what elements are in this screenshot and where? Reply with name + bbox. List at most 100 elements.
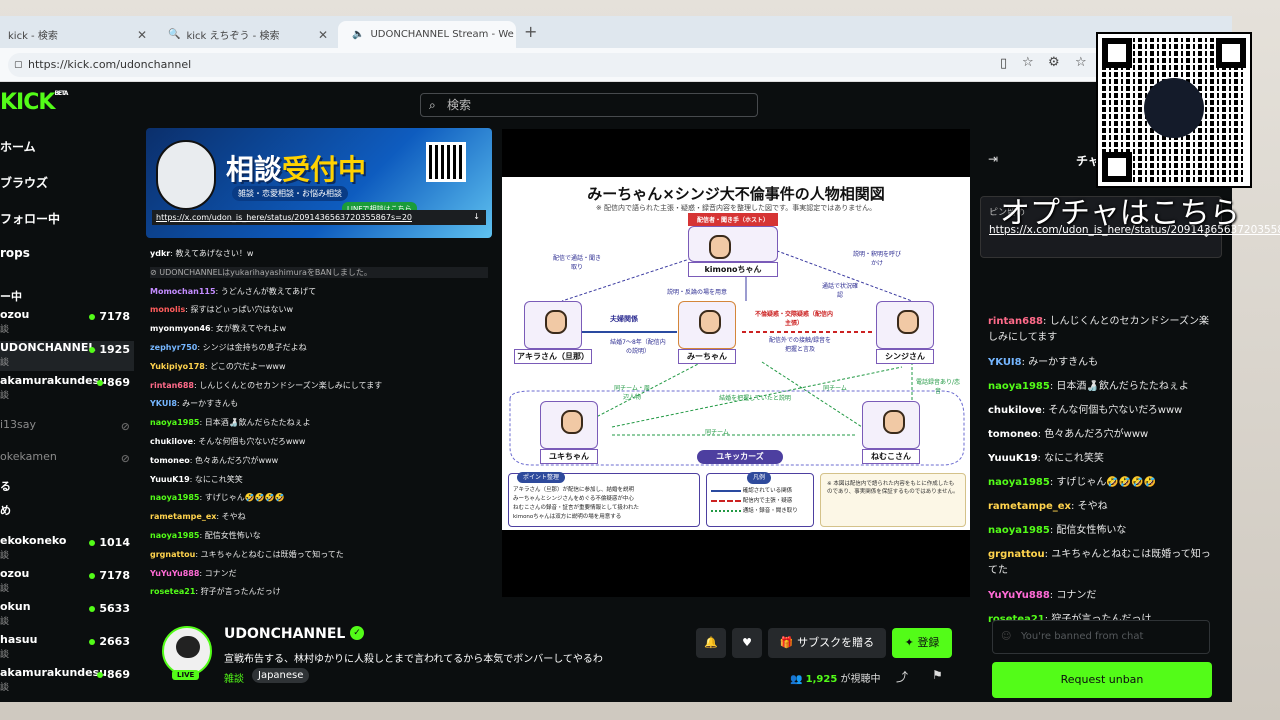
sidebar-channel[interactable]: okun 談 5633 (0, 600, 134, 630)
chevron-down-icon[interactable]: ↓ (473, 212, 480, 221)
report-icon[interactable]: ⚑ (932, 668, 943, 682)
chat-username[interactable]: YuuuK19 (988, 453, 1038, 464)
viewer-count: 2663 (89, 635, 130, 648)
sidebar-item-browse[interactable]: ブラウズ (0, 174, 48, 191)
chat-username[interactable]: YuYuYu888 (150, 569, 199, 578)
viewer-count: 1925 (89, 343, 130, 356)
extension-icon[interactable]: ⚙ (1048, 55, 1060, 70)
live-dot-icon (89, 540, 96, 546)
viewer-count-text: 1014 (99, 536, 130, 549)
close-icon[interactable]: ✕ (318, 28, 328, 42)
legend-item: 通話・録音・聞き取り (711, 506, 809, 516)
sidebar-channel-offline[interactable]: okekamen ⊘ (0, 450, 134, 480)
consultation-banner[interactable]: 相談受付中 雑談・恋愛相談・お悩み相談 LINEで相談はこちら https://… (146, 128, 492, 238)
chat-username[interactable]: naoya1985 (150, 531, 199, 540)
tab-bar: kick - 検索 ✕ 🔍 kick えちぞう - 検索 ✕ 🔈 UDONCHA… (0, 16, 1232, 48)
chat-username[interactable]: YuuuK19 (150, 475, 190, 484)
sidebar-channel[interactable]: ozou 談 7178 (0, 567, 134, 597)
chat-username[interactable]: naoya1985 (988, 525, 1050, 536)
channel-category: 談 (0, 391, 10, 401)
share-icon[interactable]: ⤴ (896, 668, 908, 685)
chat-username[interactable]: rintan688 (988, 316, 1043, 327)
chat-username[interactable]: Yukipiyo178 (150, 362, 205, 371)
avatar[interactable] (162, 626, 212, 676)
chat-username[interactable]: rintan688 (150, 381, 194, 390)
chat-text: 教えてあげなさい！w (175, 249, 254, 258)
favorites-icon[interactable]: ☆ (1075, 55, 1087, 70)
chat-username[interactable]: tomoneo (150, 456, 190, 465)
chat-username[interactable]: tomoneo (988, 429, 1038, 440)
sidebar-channel-active[interactable]: UDONCHANNEL 談 1925 (0, 341, 134, 371)
chat-text: どこの穴だよーwww (210, 361, 286, 371)
chat-message: rametampe_ex: そやね (150, 511, 246, 522)
chat-username[interactable]: chukilove (988, 405, 1042, 416)
sidebar-channel[interactable]: hasuu 談 2663 (0, 633, 134, 663)
gift-sub-label: サブスクを贈る (797, 636, 875, 649)
tab-kick-search[interactable]: kick - 検索 ✕ (0, 21, 155, 48)
video-player[interactable]: みーちゃん×シンジ大不倫事件の人物相関図 ※ 配信内で語られた主張・疑惑・録音内… (502, 129, 970, 597)
search-input[interactable]: ⌕ 検索 (420, 93, 758, 117)
chat-username[interactable]: rametampe_ex (988, 501, 1071, 512)
url-field[interactable]: ▢ https://kick.com/udonchannel (8, 53, 1108, 77)
chat-message: grgnattou: ユキちゃんとねむこは既婚って知ってた (988, 547, 1218, 579)
gift-sub-button[interactable]: 🎁 サブスクを贈る (768, 628, 886, 658)
sidebar-item-drops[interactable]: rops (0, 246, 30, 260)
chat-username[interactable]: grgnattou (988, 549, 1045, 560)
chat-username[interactable]: naoya1985 (150, 493, 199, 502)
chat-username[interactable]: myonmyon46 (150, 324, 211, 333)
chat-username[interactable]: rosetea21 (150, 587, 195, 596)
chat-message: naoya1985: 日本酒🍶飲んだらたたねぇよ (150, 417, 311, 428)
channel-name[interactable]: UDONCHANNEL (224, 626, 345, 642)
notification-bell-button[interactable]: 🔔 (696, 628, 726, 658)
collapse-chat-icon[interactable]: ⇥ (988, 152, 998, 166)
sidebar-channel[interactable]: ekokoneko 談 1014 (0, 534, 134, 564)
chat-username[interactable]: YKUI8 (150, 399, 177, 408)
sidebar-channel[interactable]: め (0, 502, 134, 532)
chat-username[interactable]: ydkr (150, 249, 170, 258)
sidebar-item-following[interactable]: フォロー中 (0, 210, 60, 227)
chat-username[interactable]: grgnattou (150, 550, 195, 559)
chat-username[interactable]: Momochan115 (150, 287, 216, 296)
viewer-count-text: 5633 (99, 602, 130, 615)
tab-kick-echizou-search[interactable]: 🔍 kick えちぞう - 検索 ✕ (160, 21, 336, 48)
chat-username[interactable]: chukilove (150, 437, 193, 446)
chat-message: myonmyon46: 女が教えてやれよw (150, 323, 286, 334)
stream-category[interactable]: 雑談 (224, 670, 244, 685)
chat-username[interactable]: zephyr750 (150, 343, 197, 352)
tab-udonchannel[interactable]: 🔈 UDONCHANNEL Stream - We ✕ (338, 21, 516, 48)
heart-button[interactable]: ♥ (732, 628, 762, 658)
kick-logo[interactable]: KICKBETA (0, 90, 68, 115)
sidebar-channel[interactable]: akamurakundesu 談 869 (0, 666, 134, 696)
sidebar-channel[interactable]: ozou 談 7178 (0, 308, 134, 338)
close-icon[interactable]: ✕ (137, 28, 147, 42)
legend-swatch (711, 499, 741, 502)
chat-username[interactable]: monolis (150, 305, 185, 314)
request-unban-button[interactable]: Request unban (992, 662, 1212, 698)
mii-portrait (678, 301, 736, 349)
reader-icon[interactable]: ▯ (1000, 56, 1007, 71)
sidebar-channel[interactable]: akamurakundesu 談 869 (0, 374, 134, 404)
qr-code-icon (426, 142, 466, 182)
chat-username[interactable]: naoya1985 (150, 418, 199, 427)
language-tag[interactable]: Japanese (252, 668, 310, 683)
chat-username[interactable]: YuYuYu888 (988, 590, 1050, 601)
chat-input[interactable]: ☺ You're banned from chat (992, 620, 1210, 654)
sidebar-channel-offline[interactable]: i13say ⊘ (0, 418, 134, 448)
viewer-count-text: 7178 (99, 310, 130, 323)
follow-button[interactable]: ✦ 登録 (892, 628, 952, 658)
chat-text: なにこれ笑笑 (1044, 453, 1104, 464)
sidebar-item-home[interactable]: ホーム (0, 138, 36, 155)
emote-icon: ☺ (1001, 631, 1012, 642)
pinned-link[interactable]: https://x.com/udon_is_here/status/209143… (152, 210, 486, 225)
chat-username[interactable]: naoya1985 (988, 381, 1050, 392)
chat-username[interactable]: naoya1985 (988, 477, 1050, 488)
url-text: https://kick.com/udonchannel (28, 58, 192, 71)
node-kimono: 配信者・聞き手（ホスト） kimonoちゃん (688, 213, 778, 277)
chat-username[interactable]: YKUI8 (988, 357, 1022, 368)
pinned-link-text: https://x.com/udon_is_here/status/209143… (156, 213, 412, 222)
qr-center-logo (1144, 78, 1204, 138)
favorite-star-icon[interactable]: ☆ (1022, 55, 1034, 70)
speaker-icon[interactable]: 🔈 (352, 29, 364, 40)
new-tab-button[interactable]: + (524, 22, 537, 41)
chat-username[interactable]: rametampe_ex (150, 512, 216, 521)
